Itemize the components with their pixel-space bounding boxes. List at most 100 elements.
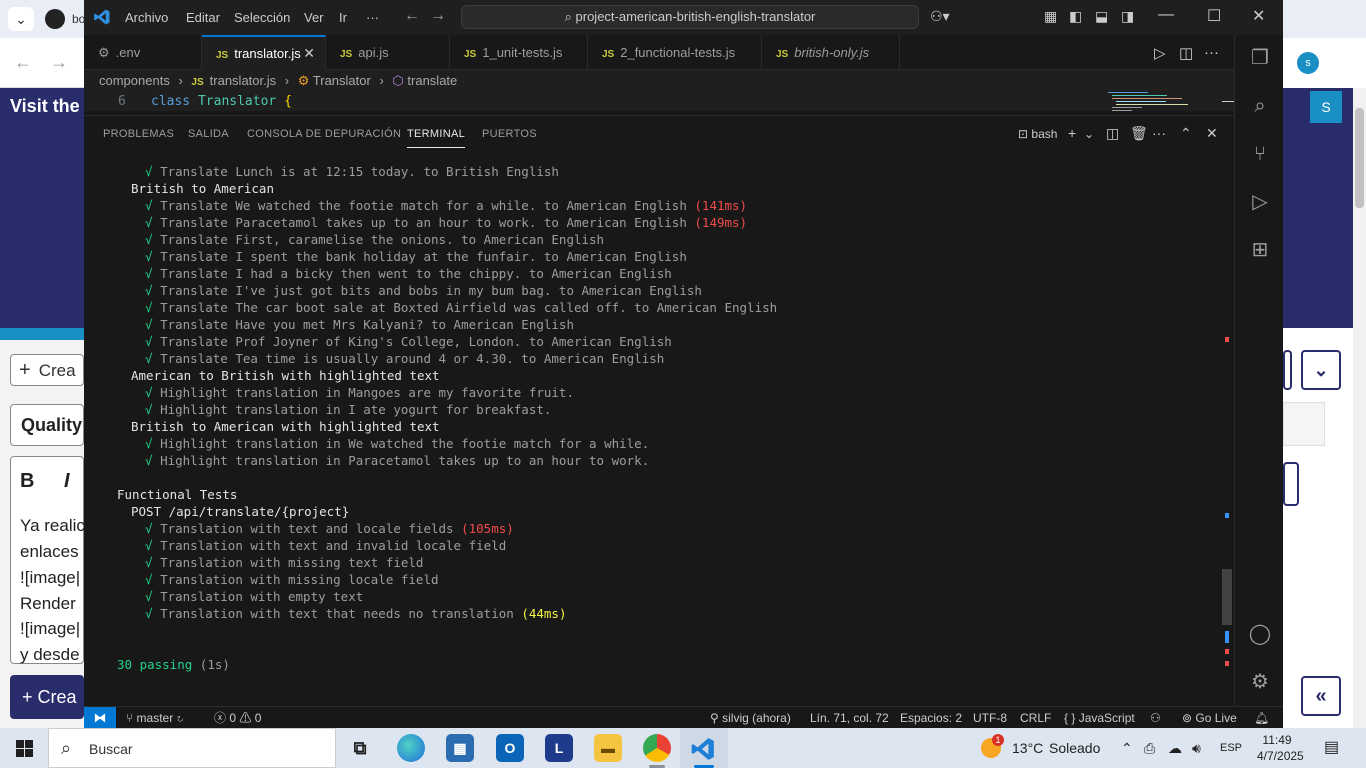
- chevron-down-icon[interactable]: ⌄: [8, 7, 34, 31]
- vscode-taskbar-icon[interactable]: [690, 736, 716, 762]
- copilot-status-icon[interactable]: ⚇: [1150, 707, 1161, 729]
- extensions-icon[interactable]: ⊞: [1247, 237, 1273, 263]
- toggle-primary-sidebar-icon[interactable]: ◧: [1069, 8, 1082, 25]
- split-terminal-icon[interactable]: ◫: [1106, 125, 1119, 142]
- tab-terminal[interactable]: TERMINAL: [407, 128, 466, 148]
- tab-translator-js[interactable]: JS translator.js ✕: [202, 35, 326, 70]
- back-arrow-icon[interactable]: ←: [14, 52, 32, 73]
- git-blame[interactable]: ⚲ silvig (ahora): [710, 707, 791, 729]
- branch-indicator[interactable]: ⑂ master ↻: [126, 707, 184, 729]
- input-language[interactable]: ESP: [1220, 728, 1242, 768]
- explorer-icon[interactable]: ❐: [1247, 45, 1273, 71]
- breadcrumb-method[interactable]: translate: [407, 73, 457, 88]
- terminal-shell-selector[interactable]: ⊡ bash: [1018, 127, 1057, 141]
- copilot-icon[interactable]: ⚇▾: [930, 8, 950, 25]
- remote-indicator-icon[interactable]: ⧓: [84, 707, 116, 729]
- code-line[interactable]: 6 class Translator {: [84, 92, 1234, 111]
- edge-browser-icon[interactable]: [397, 734, 425, 762]
- system-clock[interactable]: 11:49 4/7/2025: [1257, 732, 1304, 764]
- notification-center-icon[interactable]: ▤: [1324, 728, 1339, 768]
- meet-now-icon[interactable]: ⎙: [1144, 728, 1155, 768]
- back-arrow-icon[interactable]: ←: [404, 7, 420, 25]
- more-actions-icon[interactable]: ···: [1152, 125, 1166, 141]
- tab-functional-tests[interactable]: JS 2_functional-tests.js: [588, 35, 762, 70]
- microsoft-store-icon[interactable]: ▦: [446, 734, 474, 762]
- category-select[interactable]: Quality: [10, 404, 84, 446]
- chrome-browser-icon[interactable]: [643, 734, 671, 762]
- run-debug-icon[interactable]: ▷: [1247, 189, 1273, 215]
- terminal-output[interactable]: √ Translate Lunch is at 12:15 today. to …: [117, 163, 1217, 703]
- breadcrumb-class[interactable]: Translator: [313, 73, 371, 88]
- network-icon[interactable]: ☁: [1168, 728, 1182, 768]
- tab-unit-tests[interactable]: JS 1_unit-tests.js: [450, 35, 588, 70]
- task-view-icon[interactable]: ⧉: [346, 734, 374, 762]
- outlook-icon[interactable]: O: [496, 734, 524, 762]
- close-panel-icon[interactable]: ✕: [1206, 125, 1218, 142]
- source-control-icon[interactable]: ⑂: [1247, 141, 1273, 167]
- chevron-up-icon[interactable]: ⌃: [1121, 728, 1133, 768]
- tab-env[interactable]: ⚙ .env: [84, 35, 202, 70]
- tab-api-js[interactable]: JS api.js: [326, 35, 450, 70]
- menu-seleccion[interactable]: Selección: [234, 10, 290, 25]
- command-center-search[interactable]: ⌕ project-american-british-english-trans…: [461, 5, 919, 29]
- close-tab-icon[interactable]: ✕: [303, 37, 315, 70]
- problems-indicator[interactable]: ⓧ 0 ⚠ 0: [214, 707, 261, 729]
- menu-archivo[interactable]: Archivo: [125, 10, 168, 25]
- right-field[interactable]: [1283, 462, 1299, 506]
- weather-condition[interactable]: Soleado: [1049, 728, 1100, 768]
- maximize-panel-icon[interactable]: ⌃: [1180, 125, 1192, 142]
- more-actions-icon[interactable]: ···: [1204, 44, 1219, 61]
- chevron-down-icon[interactable]: ⌄: [1084, 127, 1094, 141]
- layout-customize-icon[interactable]: ▦: [1044, 8, 1057, 25]
- expand-double-chevron-icon[interactable]: «: [1301, 676, 1341, 716]
- user-menu-button[interactable]: S: [1310, 91, 1342, 123]
- tab-consola-depuracion[interactable]: CONSOLA DE DEPURACIÓN: [247, 128, 401, 140]
- end-of-line[interactable]: CRLF: [1020, 707, 1051, 729]
- forward-arrow-icon[interactable]: →: [50, 52, 68, 73]
- collapse-chevron-icon[interactable]: ⌄: [1301, 350, 1341, 390]
- menu-ir[interactable]: Ir: [339, 10, 347, 25]
- minimap[interactable]: [1106, 92, 1188, 114]
- go-live-button[interactable]: ⊚ Go Live: [1182, 707, 1237, 729]
- terminal-scrollbar[interactable]: [1222, 161, 1232, 707]
- menu-ver[interactable]: Ver: [304, 10, 324, 25]
- tab-british-only[interactable]: JS british-only.js: [762, 35, 900, 70]
- browser-scroll-thumb[interactable]: [1355, 108, 1364, 208]
- notifications-bell-icon[interactable]: 🔔︎: [1254, 707, 1269, 729]
- minimap-slider[interactable]: [1222, 101, 1234, 102]
- toggle-panel-icon[interactable]: ⬓: [1095, 8, 1108, 25]
- new-terminal-icon[interactable]: +: [1068, 125, 1076, 141]
- minimize-icon[interactable]: —: [1158, 6, 1174, 24]
- tab-puertos[interactable]: PUERTOS: [482, 128, 537, 140]
- menu-editar[interactable]: Editar: [186, 10, 220, 25]
- create-topic-button[interactable]: + Crea: [10, 354, 84, 386]
- terminal-scroll-thumb[interactable]: [1222, 569, 1232, 625]
- settings-gear-icon[interactable]: ⚙: [1247, 669, 1273, 695]
- encoding[interactable]: UTF-8: [973, 707, 1007, 729]
- weather-temperature[interactable]: 13°C: [1012, 728, 1043, 768]
- cursor-position[interactable]: Lín. 71, col. 72: [810, 707, 889, 729]
- menu-more[interactable]: ···: [366, 10, 379, 25]
- file-explorer-icon[interactable]: ▬: [594, 734, 622, 762]
- avatar[interactable]: s: [1297, 52, 1319, 74]
- breadcrumb-folder[interactable]: components: [99, 73, 170, 88]
- toggle-secondary-sidebar-icon[interactable]: ◨: [1121, 8, 1134, 25]
- breadcrumb-file[interactable]: translator.js: [210, 73, 276, 88]
- trash-icon[interactable]: 🗑: [1130, 125, 1148, 142]
- taskbar-search-box[interactable]: ⌕ Buscar: [48, 728, 336, 768]
- tab-problemas[interactable]: PROBLEMAS: [103, 128, 174, 140]
- tab-salida[interactable]: SALIDA: [188, 128, 229, 140]
- create-button[interactable]: + Crea: [10, 675, 84, 719]
- indentation[interactable]: Espacios: 2: [900, 707, 962, 729]
- volume-icon[interactable]: 🔊︎: [1192, 728, 1201, 768]
- run-icon[interactable]: ▷: [1154, 44, 1166, 62]
- account-icon[interactable]: ◯: [1247, 621, 1273, 647]
- italic-button[interactable]: I: [64, 470, 70, 493]
- close-icon[interactable]: ✕: [1252, 6, 1265, 26]
- windows-start-icon[interactable]: [16, 740, 33, 757]
- forward-arrow-icon[interactable]: →: [430, 7, 446, 25]
- right-panel-button[interactable]: [1283, 350, 1292, 390]
- search-icon[interactable]: ⌕: [1247, 93, 1273, 119]
- language-mode[interactable]: { } JavaScript: [1064, 707, 1135, 729]
- split-editor-icon[interactable]: ◫: [1179, 44, 1193, 62]
